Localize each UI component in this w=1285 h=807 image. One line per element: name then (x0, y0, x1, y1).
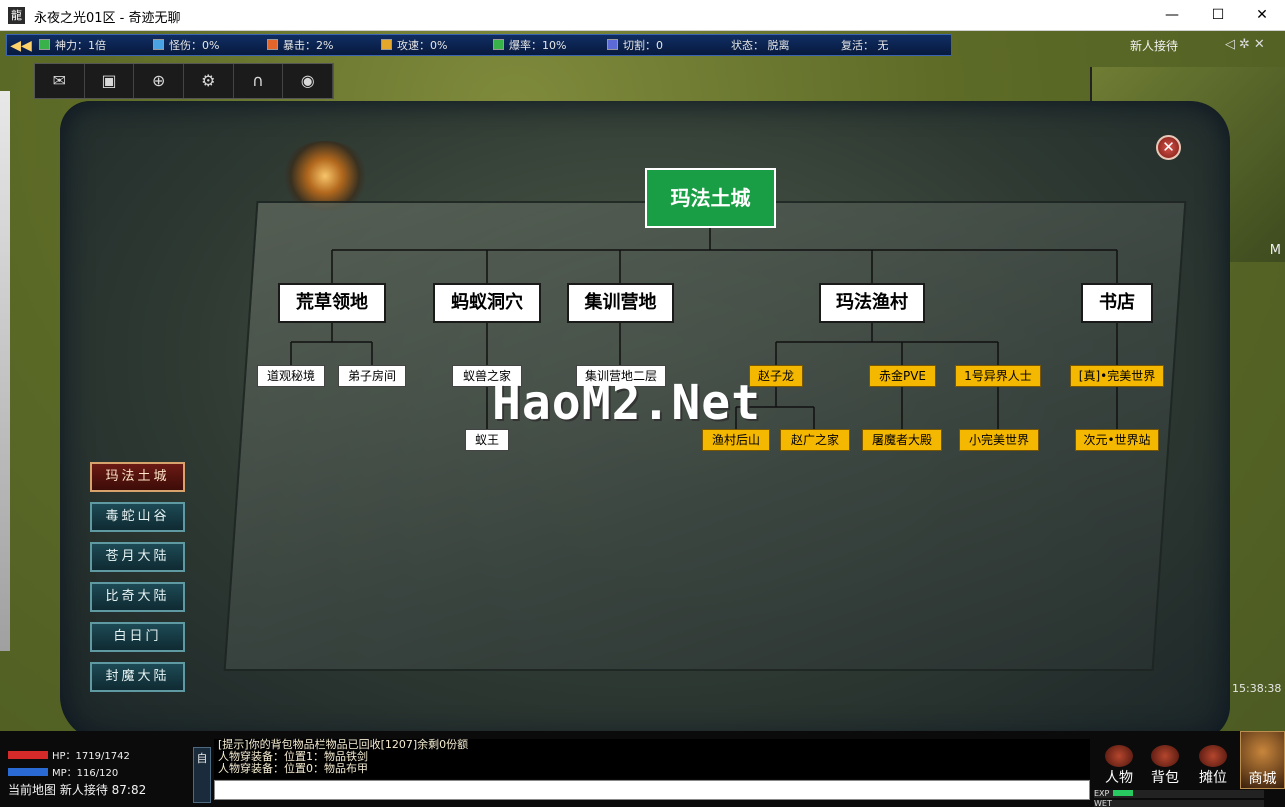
map-node-area[interactable]: 集训营地 (567, 283, 674, 323)
bag-button[interactable]: 背包 (1144, 745, 1186, 786)
region-button[interactable]: 毒蛇山谷 (90, 502, 185, 532)
side-strip (0, 91, 10, 651)
current-map-value: 新人接待 87:82 (59, 783, 147, 797)
close-window-button[interactable]: ✕ (1239, 0, 1285, 30)
bottom-hud: HP：1719/1742 MP：116/120 当前地图 新人接待 87:82 … (0, 731, 1285, 807)
minimap-label: M (1269, 243, 1281, 258)
map-node-leaf[interactable]: 次元•世界站 (1075, 429, 1159, 451)
hp-text: HP：1719/1742 (52, 751, 130, 762)
mp-display: MP：116/120 (8, 764, 188, 780)
map-node-leaf[interactable]: 赤金PVE (869, 365, 936, 387)
map-node-leaf[interactable]: 小完美世界 (959, 429, 1039, 451)
hp-display: HP：1719/1742 (8, 747, 188, 763)
auto-toggle[interactable]: 自 (193, 747, 211, 803)
map-node-leaf[interactable]: 赵广之家 (780, 429, 850, 451)
group-icon[interactable]: ⚙ (184, 64, 234, 98)
mail-icon[interactable]: ✉ (35, 64, 85, 98)
stat-icon (493, 39, 504, 50)
stall-button[interactable]: 摊位 (1192, 745, 1234, 786)
sound-icon[interactable]: ◁ (1225, 37, 1239, 52)
minimize-button[interactable]: — (1149, 0, 1195, 30)
npc-name: 新人接待 (1130, 39, 1179, 53)
mp-bar (8, 768, 48, 776)
collapse-arrow-icon[interactable]: ◀◀ (9, 35, 33, 57)
game-clock: 15:38:38 (1232, 682, 1282, 695)
window-title: 永夜之光01区 - 奇迹无聊 (34, 11, 181, 26)
character-button[interactable]: 人物 (1098, 745, 1140, 786)
map-node-area[interactable]: 书店 (1081, 283, 1153, 323)
window-title-bar: 龍 永夜之光01区 - 奇迹无聊 — ☐ ✕ (0, 0, 1285, 31)
stat-monster-damage: 怪伤：0% (153, 37, 219, 55)
map-node-area[interactable]: 荒草领地 (278, 283, 386, 323)
stat-icon (381, 39, 392, 50)
map-node-root[interactable]: 玛法土城 (645, 168, 776, 228)
map-node-leaf[interactable]: 蚁王 (465, 429, 509, 451)
function-icon-bar: ✉ ▣ ⊕ ⚙ ∩ ◉ (34, 63, 334, 99)
wet-bar: WET (1094, 800, 1264, 807)
stat-attack-speed: 攻速：0% (381, 37, 447, 55)
stat-icon (607, 39, 618, 50)
map-node-leaf[interactable]: 渔村后山 (702, 429, 770, 451)
stat-cut: 切割：0 (607, 37, 663, 55)
close-icon[interactable]: ✕ (1254, 37, 1269, 52)
stat-crit: 暴击：2% (267, 37, 333, 55)
shop-button[interactable]: 商城 (1240, 731, 1285, 789)
stat-icon (39, 39, 50, 50)
stat-divine-power: 神力：1倍 (39, 37, 106, 55)
region-button[interactable]: 封魔大陆 (90, 662, 185, 692)
map-node-leaf[interactable]: [真]•完美世界 (1070, 365, 1164, 387)
chat-log: [提示]你的背包物品栏物品已回收[1207]余剩0份额 人物穿装备：位置1：物品… (214, 739, 1090, 779)
stats-bar: ◀◀ 神力：1倍 怪伤：0% 暴击：2% 攻速：0% 爆率：10% 切割：0 状… (6, 34, 952, 56)
character-icon (1105, 745, 1133, 767)
region-button[interactable]: 玛法土城 (90, 462, 185, 492)
watermark: HaoM2.Net (492, 375, 762, 431)
region-button[interactable]: 比奇大陆 (90, 582, 185, 612)
stat-drop-rate: 爆率：10% (493, 37, 566, 55)
combat-status: 状态： 脱离 (731, 39, 790, 52)
headset-icon[interactable]: ∩ (234, 64, 284, 98)
map-node-leaf[interactable]: 弟子房间 (338, 365, 406, 387)
region-button[interactable]: 苍月大陆 (90, 542, 185, 572)
app-icon: 龍 (8, 7, 25, 24)
map-node-leaf[interactable]: 屠魔者大殿 (862, 429, 942, 451)
map-node-leaf[interactable]: 道观秘境 (257, 365, 325, 387)
chat-input[interactable] (214, 780, 1090, 800)
map-close-button[interactable]: ✕ (1156, 135, 1181, 160)
map-node-area[interactable]: 玛法渔村 (819, 283, 925, 323)
current-map-label: 当前地图 (8, 783, 57, 797)
image-icon[interactable]: ▣ (85, 64, 135, 98)
gear-icon[interactable]: ✲ (1239, 37, 1254, 52)
mp-text: MP：116/120 (52, 768, 119, 779)
exp-bar: EXP (1094, 790, 1264, 798)
globe-icon[interactable]: ◉ (283, 64, 334, 98)
maximize-button[interactable]: ☐ (1195, 0, 1241, 30)
region-button[interactable]: 白日门 (90, 622, 185, 652)
bag-icon (1151, 745, 1179, 767)
map-node-area[interactable]: 蚂蚁洞穴 (433, 283, 541, 323)
exp-fill (1113, 790, 1134, 796)
stat-icon (153, 39, 164, 50)
revive-status: 复活： 无 (841, 39, 889, 52)
stall-icon (1199, 745, 1227, 767)
map-node-leaf[interactable]: 1号异界人士 (955, 365, 1041, 387)
chat-line: 人物穿装备：位置0：物品布甲 (218, 762, 368, 775)
game-viewport[interactable]: ◀◀ 神力：1倍 怪伤：0% 暴击：2% 攻速：0% 爆率：10% 切割：0 状… (0, 31, 1285, 807)
hp-bar (8, 751, 48, 759)
stat-icon (267, 39, 278, 50)
gamepad-icon[interactable]: ⊕ (134, 64, 185, 98)
top-right-icons: ◁✲✕ (1225, 37, 1269, 52)
current-map: 当前地图 新人接待 87:82 (8, 781, 146, 798)
